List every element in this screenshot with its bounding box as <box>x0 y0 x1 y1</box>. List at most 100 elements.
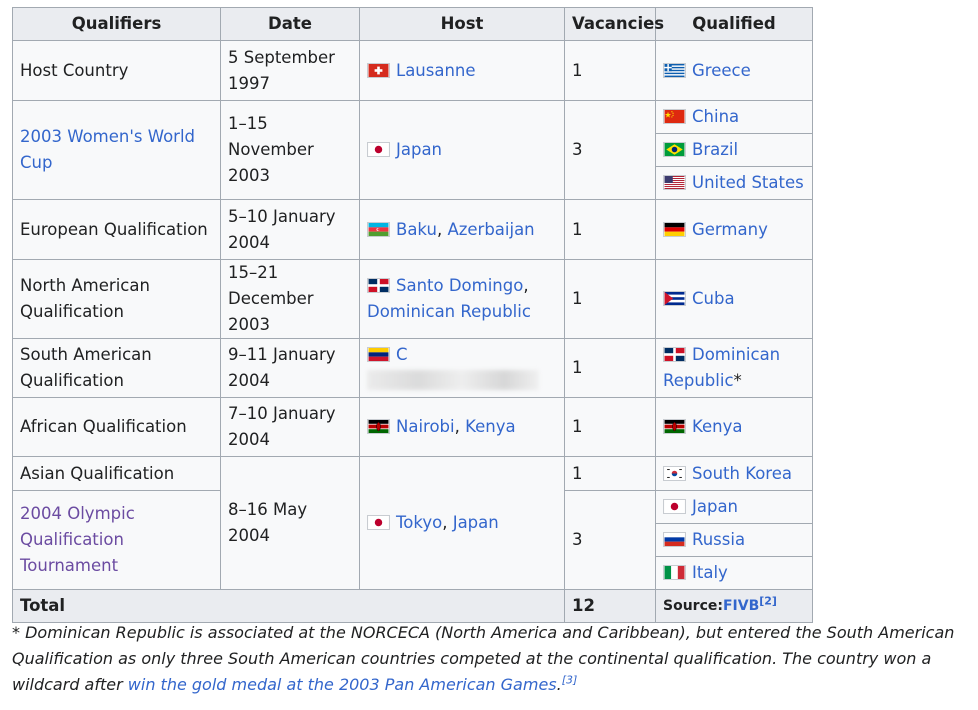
host-cell: Santo Domingo, Dominican Republic <box>359 259 565 339</box>
qualifier-cell: North American Qualification <box>12 259 221 339</box>
qualified-cell: Russia <box>655 523 813 557</box>
header-date: Date <box>220 7 360 41</box>
table-row: North American Qualification 15–21 Decem… <box>12 259 813 339</box>
host-link-japan[interactable]: Japan <box>396 140 442 159</box>
host-separator: , <box>436 219 448 239</box>
qualified-cell: Greece <box>655 40 813 101</box>
south-korea-flag-icon <box>663 465 686 481</box>
footnote: * Dominican Republic is associated at th… <box>12 620 972 698</box>
host-separator: , <box>442 513 453 532</box>
host-cell: Lausanne <box>359 40 565 101</box>
host-link-japan[interactable]: Japan <box>453 513 499 532</box>
source-reference-link[interactable]: [2] <box>759 594 777 607</box>
host-cell: Nairobi, Kenya <box>359 397 565 457</box>
qualified-cell: Italy <box>655 556 813 590</box>
host-cell: Japan <box>359 100 565 200</box>
total-label: Total <box>12 589 565 623</box>
brazil-flag-icon <box>663 142 686 157</box>
qualified-link-greece[interactable]: Greece <box>692 61 751 80</box>
host-link-baku[interactable]: Baku <box>396 220 437 239</box>
vacancies-cell: 1 <box>564 456 656 491</box>
table-row: European Qualification 5–10 January 2004… <box>12 199 813 260</box>
date-cell: 7–10 January 2004 <box>220 397 360 457</box>
usa-flag-icon <box>663 175 686 190</box>
japan-flag-icon <box>367 515 390 530</box>
qualified-cell: Germany <box>655 199 813 260</box>
table-row: Host Country 5 September 1997 Lausanne 1… <box>12 40 813 101</box>
qualified-link-south-korea[interactable]: South Korea <box>692 464 792 483</box>
source-label: Source: <box>663 598 723 614</box>
footnote-link-pan-american-games[interactable]: win the gold medal at the 2003 Pan Ameri… <box>128 675 557 694</box>
table-row: African Qualification 7–10 January 2004 … <box>12 397 813 457</box>
footnote-marker: * <box>733 371 742 390</box>
germany-flag-icon <box>663 221 686 237</box>
host-link-kenya[interactable]: Kenya <box>465 417 515 436</box>
kenya-flag-icon <box>663 419 686 434</box>
switzerland-flag-icon <box>367 62 390 78</box>
header-host: Host <box>359 7 565 41</box>
dominican-republic-flag-icon <box>663 347 686 362</box>
qualified-link-united-states[interactable]: United States <box>692 173 804 192</box>
cuba-flag-icon <box>663 291 686 306</box>
host-cell: Baku, Azerbaijan <box>359 199 565 260</box>
china-flag-icon <box>663 109 686 124</box>
qualifier-cell: African Qualification <box>12 397 221 457</box>
greece-flag-icon <box>663 62 686 78</box>
azerbaijan-flag-icon <box>367 221 390 237</box>
qualifier-link-world-cup[interactable]: 2003 Women's World Cup <box>20 127 195 172</box>
vacancies-cell: 3 <box>564 100 656 200</box>
venezuela-flag-icon <box>367 347 390 362</box>
footnote-reference-link[interactable]: [3] <box>562 674 578 687</box>
host-link-tokyo[interactable]: Tokyo <box>396 513 442 532</box>
qualified-link-brazil[interactable]: Brazil <box>692 140 738 159</box>
qualified-link-germany[interactable]: Germany <box>692 220 768 239</box>
japan-flag-icon <box>663 499 686 514</box>
host-link-santo-domingo[interactable]: Santo Domingo <box>396 276 523 295</box>
date-cell: 15–21 December 2003 <box>220 259 360 339</box>
vacancies-cell: 1 <box>564 40 656 101</box>
host-link-nairobi[interactable]: Nairobi <box>396 417 455 436</box>
header-row: Qualifiers Date Host Vacancies Qualified <box>12 7 813 41</box>
total-vacancies: 12 <box>564 589 656 623</box>
host-link-obscured[interactable]: C <box>396 345 408 364</box>
source-cell: Source:FIVB[2] <box>655 589 813 623</box>
qualified-cell: South Korea <box>655 456 813 491</box>
qualifier-cell: 2003 Women's World Cup <box>12 100 221 200</box>
table-row: South American Qualification 9–11 Januar… <box>12 338 813 398</box>
qualified-link-kenya[interactable]: Kenya <box>692 417 742 436</box>
date-cell: 9–11 January 2004 <box>220 338 360 398</box>
qualifier-link-olympic-tournament[interactable]: 2004 Olympic Qualification Tournament <box>20 504 135 575</box>
vacancies-cell: 3 <box>564 490 656 590</box>
host-cell: C <box>359 338 565 398</box>
qualified-cell: Cuba <box>655 259 813 339</box>
header-qualifiers: Qualifiers <box>12 7 221 41</box>
host-link-lausanne[interactable]: Lausanne <box>396 61 476 80</box>
date-cell: 5–10 January 2004 <box>220 199 360 260</box>
olympic-qualification-table: Qualifiers Date Host Vacancies Qualified… <box>12 7 813 623</box>
russia-flag-icon <box>663 532 686 547</box>
host-link-dominican-republic[interactable]: Dominican Republic <box>367 302 531 321</box>
qualified-link-italy[interactable]: Italy <box>692 563 728 582</box>
qualified-link-russia[interactable]: Russia <box>692 530 745 549</box>
host-separator: , <box>523 276 529 295</box>
total-row: Total 12 Source:FIVB[2] <box>12 589 813 623</box>
source-link-fivb[interactable]: FIVB <box>723 598 759 614</box>
qualified-link-japan[interactable]: Japan <box>692 497 738 516</box>
qualified-cell: United States <box>655 166 813 200</box>
dominican-republic-flag-icon <box>367 278 390 293</box>
qualifier-cell: 2004 Olympic Qualification Tournament <box>12 490 221 590</box>
qualified-cell: China <box>655 100 813 134</box>
vacancies-cell: 1 <box>564 199 656 260</box>
vacancies-cell: 1 <box>564 338 656 398</box>
qualified-cell: Japan <box>655 490 813 524</box>
host-separator: , <box>454 417 466 436</box>
vacancies-cell: 1 <box>564 397 656 457</box>
vacancies-cell: 1 <box>564 259 656 339</box>
qualified-cell: Dominican Republic* <box>655 338 813 398</box>
qualifier-cell: Asian Qualification <box>12 456 221 491</box>
qualified-cell: Brazil <box>655 133 813 167</box>
qualified-link-china[interactable]: China <box>692 107 739 126</box>
qualifier-cell: Host Country <box>12 40 221 101</box>
host-link-azerbaijan[interactable]: Azerbaijan <box>447 220 534 239</box>
qualified-link-cuba[interactable]: Cuba <box>692 289 735 308</box>
